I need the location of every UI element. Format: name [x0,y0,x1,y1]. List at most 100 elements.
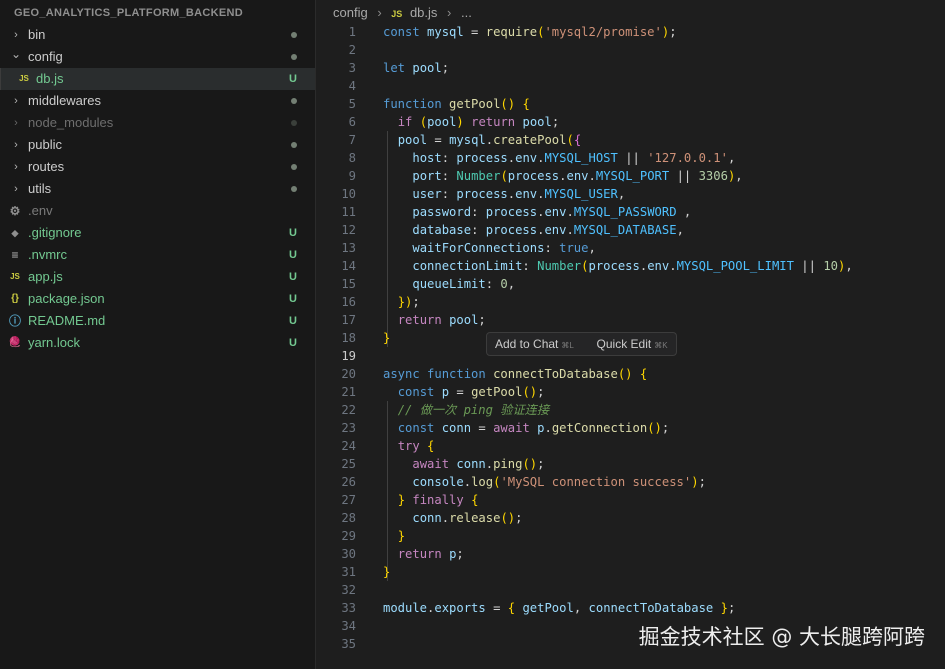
code-line[interactable]: let pool; [383,59,449,77]
breadcrumb-symbols[interactable]: ... [461,5,472,20]
untracked-badge: U [289,315,297,327]
add-to-chat-button[interactable]: Add to Chat [495,337,558,351]
code-line[interactable]: const conn = await p.getConnection(); [383,419,670,437]
gear-icon: ⚙ [9,204,21,218]
chevron-right-icon: › [14,117,18,129]
modified-dot-icon [291,120,297,126]
watermark: 掘金技术社区 @ 大长腿跨阿跨 [638,625,925,649]
tree-item-label: routes [28,159,65,174]
tree-item-label: yarn.lock [28,335,81,350]
tree-item-label: README.md [28,313,106,328]
untracked-badge: U [289,73,297,85]
line-number: 3 [348,61,356,75]
breadcrumb-file[interactable]: db.js [410,5,437,20]
untracked-badge: U [289,337,297,349]
tree-folder-node-modules[interactable]: › node_modules [0,112,315,134]
code-line[interactable]: } [383,329,390,347]
line-number: 21 [341,385,356,399]
chevron-right-icon: › [377,5,382,20]
tree-file-nvmrc[interactable]: ≡ .nvmrc U [0,244,315,266]
code-line[interactable]: waitForConnections: true, [383,239,595,257]
tree-item-label: bin [28,27,46,42]
line-number: 25 [341,457,356,471]
tree-file-readme[interactable]: ⓘ README.md U [0,310,315,332]
code-line[interactable]: function getPool() { [383,95,530,113]
tree-file-package-json[interactable]: {} package.json U [0,288,315,310]
code-line[interactable]: } [383,563,390,581]
line-number: 17 [341,313,356,327]
code-line[interactable]: }); [383,293,420,311]
code-line[interactable]: // 做一次 ping 验证连接 [383,401,549,419]
tree-item-label: .gitignore [28,225,82,240]
tree-file-yarn-lock[interactable]: 🧶 yarn.lock U [0,332,315,354]
tree-file-db-js[interactable]: JS db.js U [0,68,315,90]
code-line[interactable]: try { [383,437,435,455]
code-line[interactable]: user: process.env.MYSQL_USER, [383,185,625,203]
yarn-icon: 🧶 [8,337,22,348]
tree-folder-public[interactable]: › public [0,134,315,156]
breadcrumb-folder[interactable]: config [333,5,368,20]
line-number: 7 [348,133,356,147]
line-number: 31 [341,565,356,579]
code-line[interactable]: database: process.env.MYSQL_DATABASE, [383,221,684,239]
tree-item-label: .nvmrc [28,247,67,262]
chevron-right-icon: › [14,95,18,107]
code-line[interactable]: module.exports = { getPool, connectToDat… [383,599,735,617]
modified-dot-icon [291,186,297,192]
modified-dot-icon [291,142,297,148]
tree-file-app-js[interactable]: JS app.js U [0,266,315,288]
code-line[interactable]: async function connectToDatabase() { [383,365,647,383]
code-line[interactable]: conn.release(); [383,509,522,527]
tree-folder-utils[interactable]: › utils [0,178,315,200]
git-icon: ◆ [11,228,19,238]
tree-file-env[interactable]: ⚙ .env [0,200,315,222]
tree-folder-middlewares[interactable]: › middlewares [0,90,315,112]
code-line[interactable]: return p; [383,545,464,563]
chevron-right-icon: › [14,161,18,173]
line-number: 22 [341,403,356,417]
explorer-title: GEO_ANALYTICS_PLATFORM_BACKEND [14,7,244,19]
tree-folder-bin[interactable]: › bin [0,24,315,46]
javascript-file-icon: JS [10,272,20,281]
javascript-file-icon: JS [391,9,403,19]
modified-dot-icon [291,54,297,60]
line-number: 1 [348,25,356,39]
quick-edit-button[interactable]: Quick Edit [597,337,652,351]
code-line[interactable]: pool = mysql.createPool({ [383,131,581,149]
modified-dot-icon [291,32,297,38]
code-line[interactable]: } [383,527,405,545]
code-line[interactable]: const mysql = require('mysql2/promise'); [383,23,677,41]
code-line[interactable]: queueLimit: 0, [383,275,515,293]
selection-action-popup: Add to Chat ⌘L Quick Edit ⌘K [486,332,677,356]
code-editor[interactable]: config › JS db.js › ... 1 const mysql = r… [316,0,945,669]
line-number: 32 [341,583,356,597]
code-line[interactable]: port: Number(process.env.MYSQL_PORT || 3… [383,167,742,185]
code-line[interactable]: host: process.env.MYSQL_HOST || '127.0.0… [383,149,735,167]
line-number: 27 [341,493,356,507]
shortcut-hint: ⌘L [561,341,574,350]
code-line[interactable]: connectionLimit: Number(process.env.MYSQ… [383,257,852,275]
modified-dot-icon [291,98,297,104]
code-line[interactable]: console.log('MySQL connection success'); [383,473,706,491]
tree-item-label: public [28,137,62,152]
line-number: 23 [341,421,356,435]
code-line[interactable]: await conn.ping(); [383,455,544,473]
line-number: 18 [341,331,356,345]
code-line[interactable]: password: process.env.MYSQL_PASSWORD , [383,203,691,221]
tree-folder-routes[interactable]: › routes [0,156,315,178]
untracked-badge: U [289,293,297,305]
line-number: 11 [341,205,356,219]
line-number: 9 [348,169,356,183]
line-number: 5 [348,97,356,111]
line-number: 24 [341,439,356,453]
code-line[interactable]: if (pool) return pool; [383,113,560,131]
code-line[interactable]: } finally { [383,491,479,509]
line-number: 19 [341,349,356,363]
line-number: 12 [341,223,356,237]
tree-folder-config[interactable]: ⌄ config [0,46,315,68]
code-line[interactable]: const p = getPool(); [383,383,545,401]
line-number: 20 [341,367,356,381]
line-number: 8 [348,151,356,165]
tree-file-gitignore[interactable]: ◆ .gitignore U [0,222,315,244]
code-line[interactable]: return pool; [383,311,486,329]
